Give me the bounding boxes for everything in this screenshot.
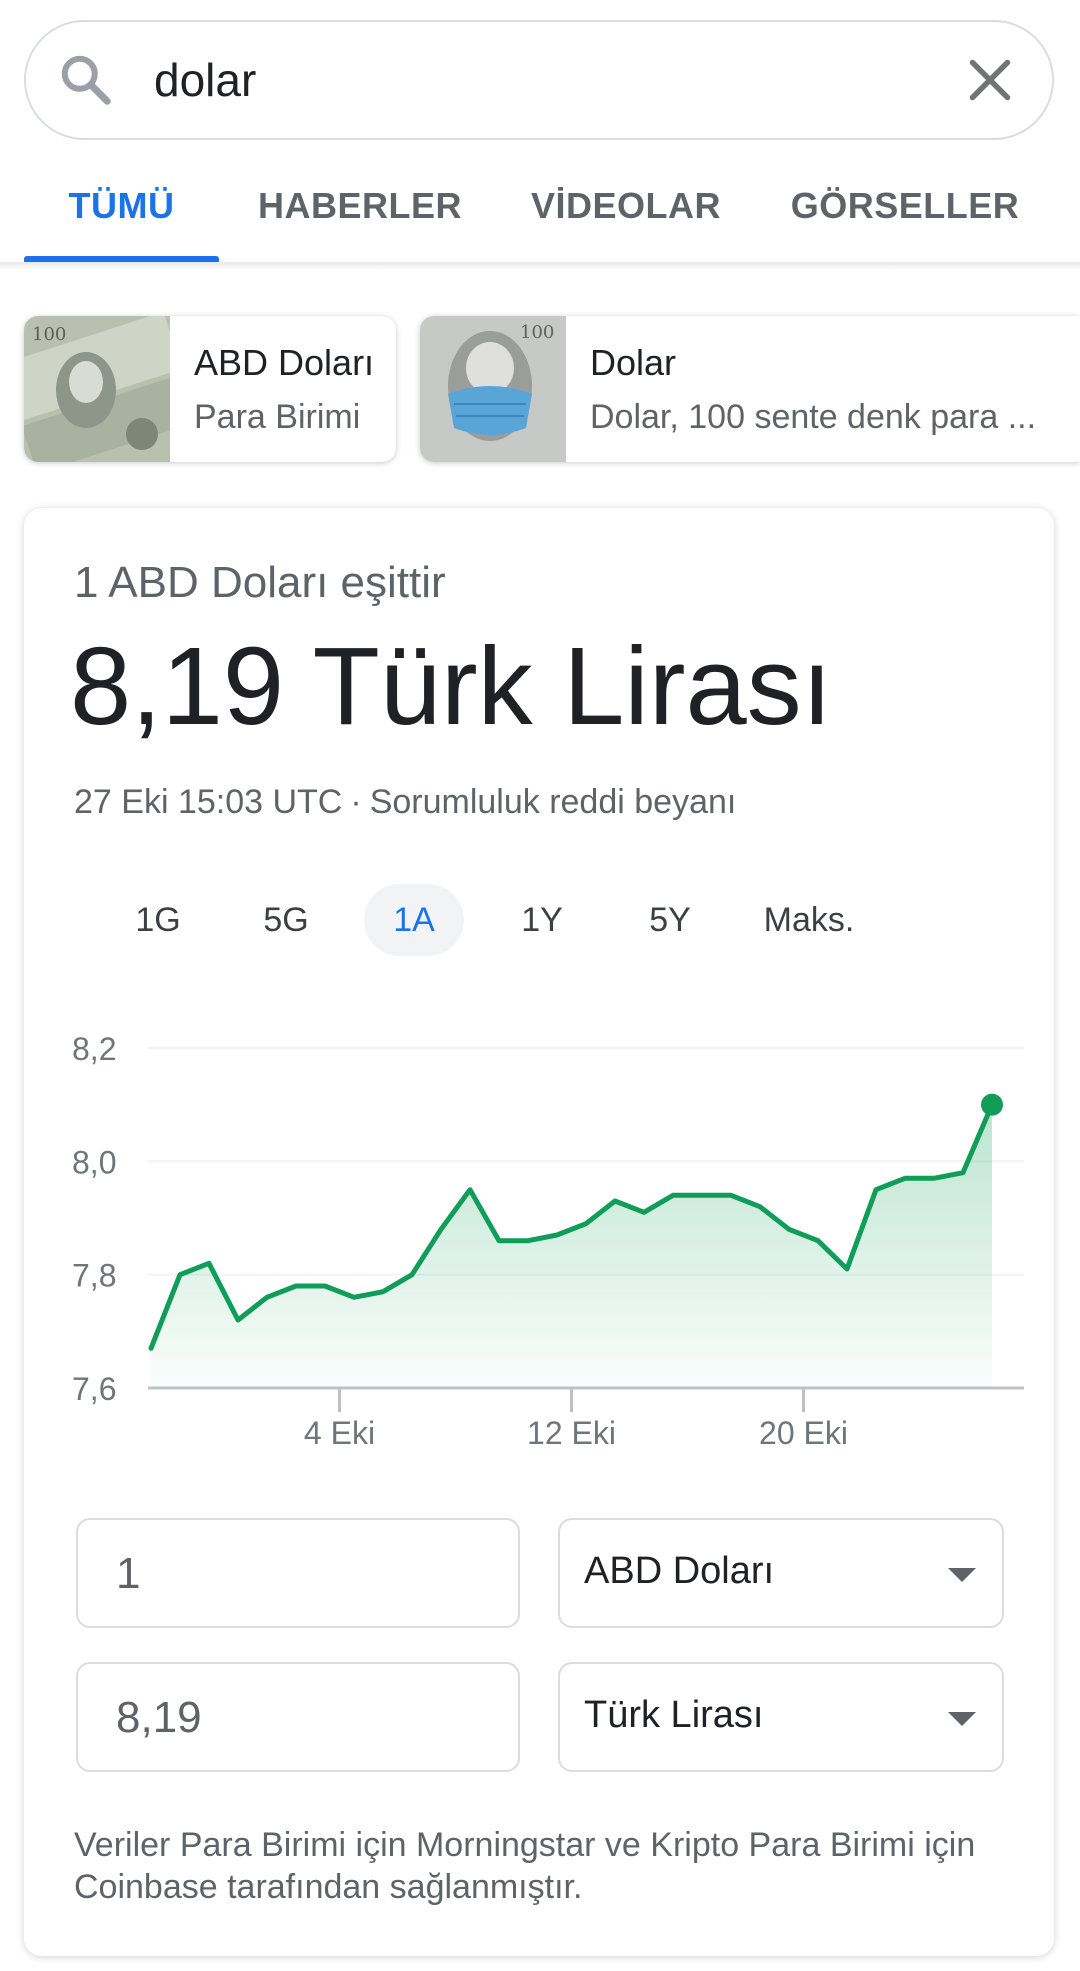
tab-all[interactable]: TÜMÜ [24,160,219,264]
search-bar[interactable] [24,20,1054,140]
chart-area-fill [151,1104,992,1388]
disclaimer-link[interactable]: Sorumluluk reddi beyanı [370,783,737,821]
entity-title: Dolar [590,342,677,383]
tab-images[interactable]: GÖRSELLER [790,160,1020,264]
y-tick-label: 7,8 [72,1258,116,1294]
period-1a[interactable]: 1A [364,884,464,956]
search-icon[interactable] [56,50,116,110]
masked-franklin-thumbnail: 100 [420,316,566,462]
currency-from-select[interactable]: ABD Doları [558,1518,1004,1628]
amount-to-input[interactable] [114,1692,478,1744]
entity-chip-usd[interactable]: 100 ABD Doları Para Birimi [24,316,396,462]
amount-from-input[interactable] [114,1548,478,1600]
amount-to-field[interactable] [76,1662,520,1772]
x-tick-label: 4 Eki [304,1415,375,1451]
y-tick-label: 8,0 [72,1144,116,1180]
timestamp-line: 27 Eki 15:03 UTC · Sorumluluk reddi beyanı [74,783,736,822]
timestamp: 27 Eki 15:03 UTC [74,783,343,821]
period-1g[interactable]: 1G [108,884,208,956]
period-selector: 1G 5G 1A 1Y 5Y Maks. [74,884,1034,956]
y-tick-label: 7,6 [72,1371,116,1407]
dropdown-caret-icon [948,1712,976,1726]
exchange-rate-chart[interactable]: 8,2 8,0 7,8 7,6 4 Eki 12 Eki 20 Eki [24,1028,1054,1488]
amount-from-field[interactable] [76,1518,520,1628]
close-icon[interactable] [960,50,1020,110]
currency-converter-card: 1 ABD Doları eşittir 8,19 Türk Lirası 27… [24,508,1054,1956]
tabs-divider [0,262,1080,270]
converter-result: 8,19 Türk Lirası [70,625,833,748]
converter-from-line: 1 ABD Doları eşittir [74,558,446,607]
svg-text:100: 100 [520,322,554,343]
entity-title: ABD Doları [194,342,375,383]
dollar-bill-thumbnail: 100 [24,316,170,462]
period-5y[interactable]: 5Y [620,884,720,956]
search-input[interactable] [152,52,916,108]
svg-text:100: 100 [32,324,66,345]
x-tick-label: 12 Eki [527,1415,616,1451]
search-tabs: TÜMÜ HABERLER VİDEOLAR GÖRSELLER [0,160,1080,264]
entity-chip-dolar[interactable]: 100 Dolar Dolar, 100 sente denk para ... [420,316,1080,462]
separator: · [350,783,362,821]
y-tick-label: 8,2 [72,1031,116,1067]
currency-from-label: ABD Doları [584,1550,775,1592]
entity-subtitle: Para Birimi [194,398,361,436]
currency-to-select[interactable]: Türk Lirası [558,1662,1004,1772]
tab-videos[interactable]: VİDEOLAR [516,160,736,264]
tab-news[interactable]: HABERLER [250,160,470,264]
currency-to-label: Türk Lirası [584,1694,764,1736]
data-source-note: Veriler Para Birimi için Morningstar ve … [74,1826,976,1906]
period-1y[interactable]: 1Y [492,884,592,956]
period-max[interactable]: Maks. [744,884,874,956]
dropdown-caret-icon [948,1568,976,1582]
period-5g[interactable]: 5G [236,884,336,956]
x-tick-label: 20 Eki [759,1415,848,1451]
latest-point-marker [981,1093,1003,1116]
entity-subtitle: Dolar, 100 sente denk para ... [590,398,1037,436]
